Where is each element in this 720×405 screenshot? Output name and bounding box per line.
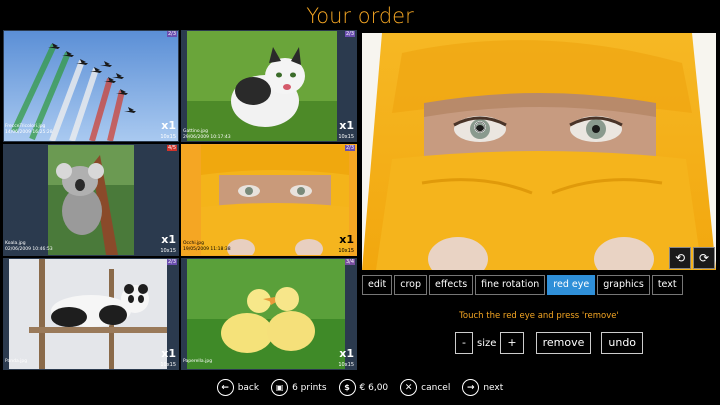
- photo-badge: 2/3: [344, 31, 355, 37]
- size-increase-button[interactable]: +: [500, 332, 524, 354]
- rotate-right-button[interactable]: ⟳: [693, 247, 715, 269]
- next-button[interactable]: → next: [462, 379, 503, 396]
- photo-grid: FrecceTricolori.jpg 14/06/2009 16:25:28 2…: [3, 30, 357, 370]
- undo-button[interactable]: undo: [601, 332, 644, 354]
- photo-badge: 4/5: [166, 145, 177, 151]
- next-arrow-icon: →: [462, 379, 480, 396]
- edit-tabs: edit crop effects fine rotation red eye …: [362, 275, 685, 295]
- photo-filename: FrecceTricolori.jpg 14/06/2009 16:25:28: [5, 124, 53, 135]
- tab-crop[interactable]: crop: [394, 275, 428, 295]
- cancel-button[interactable]: ✕ cancel: [400, 379, 450, 396]
- photo-tile-occhi[interactable]: Occhi.jpg 19/05/2009 11:18:38 2/3 x1 10x1…: [181, 144, 357, 256]
- price-label: € 6,00: [359, 382, 389, 393]
- photo-print-size: 10x15: [338, 248, 354, 254]
- rotate-left-button[interactable]: ⟲: [669, 247, 691, 269]
- photo-print-size: 10x15: [160, 248, 176, 254]
- koala-photo: [48, 145, 134, 255]
- photo-filename: Panda.jpg: [5, 359, 28, 364]
- tab-effects[interactable]: effects: [429, 275, 474, 295]
- cancel-label: cancel: [421, 382, 451, 393]
- close-icon: ✕: [400, 379, 418, 396]
- prints-label: 6 prints: [292, 382, 327, 393]
- photo-badge: 3/4: [344, 259, 355, 265]
- tab-fine-rotation[interactable]: fine rotation: [475, 275, 546, 295]
- photo-quantity[interactable]: x1: [161, 233, 176, 246]
- photo-print-size: 10x15: [338, 134, 354, 140]
- photo-badge: 2/3: [344, 145, 355, 151]
- veiled-woman-photo: [201, 145, 349, 255]
- photo-print-size: 10x15: [160, 362, 176, 368]
- photo-tile-koala[interactable]: Koala.jpg 02/06/2009 10:46:53 4/5 x1 10x1…: [3, 144, 179, 256]
- size-label: size: [476, 337, 497, 349]
- photo-quantity[interactable]: x1: [161, 347, 176, 360]
- photo-quantity[interactable]: x1: [339, 233, 354, 246]
- red-eye-instruction: Touch the red eye and press 'remove': [459, 311, 619, 321]
- photo-filename: Paperella.jpg: [183, 359, 213, 364]
- price-icon: $: [338, 379, 356, 396]
- rotate-right-icon: ⟳: [698, 251, 710, 265]
- rotate-left-icon: ⟲: [674, 251, 686, 265]
- page-title: Your order: [306, 4, 414, 28]
- ducklings-photo: [187, 259, 345, 369]
- back-arrow-icon: ←: [216, 379, 234, 396]
- photo-filename: Occhi.jpg 19/05/2009 11:18:38: [183, 241, 231, 252]
- tab-text[interactable]: text: [651, 275, 683, 295]
- photo-quantity[interactable]: x1: [339, 347, 354, 360]
- photo-print-size: 10x15: [338, 362, 354, 368]
- price-total[interactable]: $ € 6,00: [338, 379, 389, 396]
- photo-tile-panda[interactable]: Panda.jpg 2/3 x1 10x15: [3, 258, 179, 370]
- photo-filename: Koala.jpg 02/06/2009 10:46:53: [5, 241, 53, 252]
- tab-graphics[interactable]: graphics: [597, 275, 650, 295]
- photo-badge: 2/3: [166, 31, 177, 37]
- remove-button[interactable]: remove: [535, 332, 592, 354]
- tab-red-eye[interactable]: red eye: [547, 275, 596, 295]
- photo-quantity[interactable]: x1: [339, 119, 354, 132]
- kitten-photo: [187, 31, 337, 141]
- photo-badge: 2/3: [166, 259, 177, 265]
- next-label: next: [483, 382, 504, 393]
- photo-quantity[interactable]: x1: [161, 119, 176, 132]
- photo-filename: Gattino.jpg 29/06/2009 10:17:43: [183, 129, 231, 140]
- bottom-bar: ← back ▣ 6 prints $ € 6,00 ✕ cancel → ne…: [0, 379, 720, 396]
- back-button[interactable]: ← back: [216, 379, 260, 396]
- back-label: back: [237, 382, 260, 393]
- images-icon: ▣: [271, 379, 289, 396]
- red-eye-controls: - size + remove undo: [455, 332, 647, 354]
- size-decrease-button[interactable]: -: [455, 332, 473, 354]
- photo-tile-paperella[interactable]: Paperella.jpg 3/4 x1 10x15: [181, 258, 357, 370]
- photo-preview[interactable]: ⟲ ⟳: [362, 33, 716, 270]
- tab-edit[interactable]: edit: [362, 275, 393, 295]
- photo-tile-gattino[interactable]: Gattino.jpg 29/06/2009 10:17:43 2/3 x1 10…: [181, 30, 357, 142]
- photo-print-size: 10x15: [160, 134, 176, 140]
- prints-count[interactable]: ▣ 6 prints: [271, 379, 327, 396]
- photo-tile-frecce[interactable]: FrecceTricolori.jpg 14/06/2009 16:25:28 2…: [3, 30, 179, 142]
- panda-photo: [9, 259, 167, 369]
